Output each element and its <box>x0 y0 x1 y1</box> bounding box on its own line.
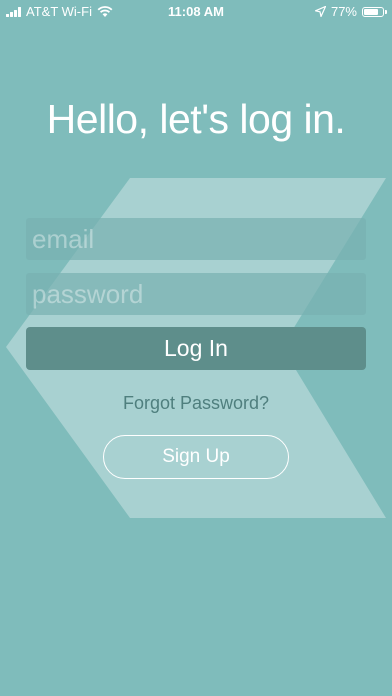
sign-up-button[interactable]: Sign Up <box>103 435 289 479</box>
password-field-container <box>26 273 366 315</box>
forgot-password-link[interactable]: Forgot Password? <box>0 393 392 414</box>
battery-percent: 77% <box>330 4 357 19</box>
status-right: 77% <box>314 4 387 19</box>
email-field-container <box>26 218 366 260</box>
status-bar: AT&T Wi-Fi 11:08 AM 77% <box>0 0 392 22</box>
page-title: Hello, let's log in. <box>46 96 346 142</box>
email-field[interactable] <box>26 218 366 260</box>
login-button[interactable]: Log In <box>26 327 366 370</box>
password-field[interactable] <box>26 273 366 315</box>
battery-level-fill <box>364 8 378 15</box>
location-arrow-icon <box>314 6 326 17</box>
battery-icon <box>362 6 387 17</box>
